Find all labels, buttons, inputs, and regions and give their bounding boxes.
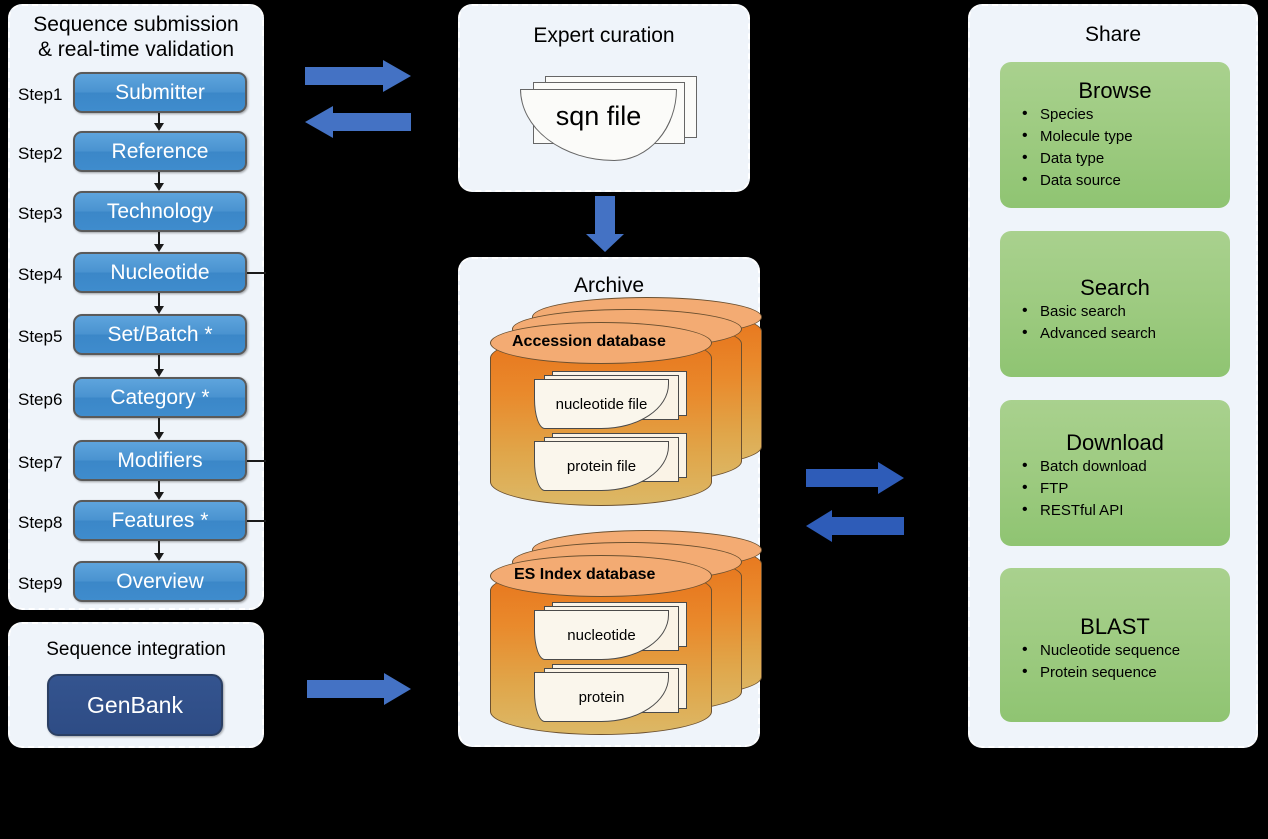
connector-nucleotide	[247, 272, 266, 274]
accession-database-label: Accession database	[512, 333, 666, 350]
list-item: Data source	[1022, 169, 1230, 192]
flow-arrow-8-9	[154, 541, 164, 561]
arrow-curation-to-archive	[586, 196, 624, 252]
flow-arrow-2-3	[154, 172, 164, 191]
step-label-2: Step2	[18, 144, 63, 163]
arrow-curation-to-submission	[305, 106, 411, 138]
browse-list: Species Molecule type Data type Data sou…	[1000, 103, 1230, 192]
download-title: Download	[1066, 430, 1164, 455]
curation-panel: Expert curation sqn file	[458, 4, 750, 192]
step-label-7: Step7	[18, 453, 63, 472]
flow-arrow-7-8	[154, 481, 164, 500]
step-label-9: Step9	[18, 574, 63, 593]
flow-arrow-3-4	[154, 232, 164, 252]
step-box-reference[interactable]: Reference	[73, 131, 247, 172]
sqn-file-sheet-front: sqn file	[520, 89, 677, 161]
list-item: Nucleotide sequence	[1022, 639, 1230, 662]
step-box-submitter[interactable]: Submitter	[73, 72, 247, 113]
step-label-5: Step5	[18, 327, 63, 346]
sqn-file-label: sqn file	[555, 101, 642, 131]
step-box-nucleotide[interactable]: Nucleotide	[73, 252, 247, 293]
connector-modifiers	[247, 460, 266, 462]
list-item: FTP	[1022, 477, 1230, 500]
share-box-download[interactable]: Download Batch download FTP RESTful API	[1000, 400, 1230, 546]
step-box-set-batch[interactable]: Set/Batch *	[73, 314, 247, 355]
list-item: Data type	[1022, 147, 1230, 170]
step-label-6: Step6	[18, 390, 63, 409]
step-box-category[interactable]: Category *	[73, 377, 247, 418]
search-title: Search	[1080, 275, 1150, 300]
share-box-blast[interactable]: BLAST Nucleotide sequence Protein sequen…	[1000, 568, 1230, 722]
accession-database-cylinder: Accession database nucleotide file prote…	[476, 297, 762, 509]
arrow-genbank-to-archive	[307, 673, 411, 705]
es-index-database-cylinder: ES Index database nucleotide protein	[476, 530, 762, 742]
step-box-technology[interactable]: Technology	[73, 191, 247, 232]
arrow-archive-to-share	[806, 462, 904, 494]
step-box-features[interactable]: Features *	[73, 500, 247, 541]
flow-arrow-5-6	[154, 355, 164, 377]
step-label-1: Step1	[18, 85, 63, 104]
archive-panel: Archive Accession database nucleotide fi…	[458, 257, 762, 747]
curation-panel-title: Expert curation	[533, 24, 675, 47]
list-item: Basic search	[1022, 300, 1230, 323]
share-panel: Share Browse Species Molecule type Data …	[968, 4, 1258, 748]
blast-list: Nucleotide sequence Protein sequence	[1000, 639, 1230, 684]
search-list: Basic search Advanced search	[1000, 300, 1230, 345]
arrow-submission-to-curation	[305, 60, 411, 92]
list-item: RESTful API	[1022, 499, 1230, 522]
connector-features	[247, 520, 266, 522]
integration-panel-title: Sequence integration	[46, 639, 226, 660]
list-item: Advanced search	[1022, 322, 1230, 345]
flow-arrow-4-5	[154, 293, 164, 314]
submission-panel: Sequence submission & real-time validati…	[8, 4, 266, 610]
submission-panel-title: Sequence submission & real-time validati…	[33, 13, 239, 61]
list-item: Batch download	[1022, 455, 1230, 478]
step-label-4: Step4	[18, 265, 63, 284]
browse-title: Browse	[1078, 78, 1152, 103]
list-item: Molecule type	[1022, 125, 1230, 148]
flow-arrow-6-7	[154, 418, 164, 440]
arrow-share-to-archive	[806, 510, 904, 542]
genbank-button[interactable]: GenBank	[47, 674, 223, 736]
download-list: Batch download FTP RESTful API	[1000, 455, 1230, 522]
step-label-8: Step8	[18, 513, 63, 532]
blast-title: BLAST	[1080, 614, 1150, 639]
step-box-modifiers[interactable]: Modifiers	[73, 440, 247, 481]
share-box-browse[interactable]: Browse Species Molecule type Data type D…	[1000, 62, 1230, 208]
flow-arrow-1-2	[154, 113, 164, 131]
list-item: Protein sequence	[1022, 661, 1230, 684]
step-label-3: Step3	[18, 204, 63, 223]
es-index-database-label: ES Index database	[514, 566, 656, 583]
step-box-overview[interactable]: Overview	[73, 561, 247, 602]
share-box-search[interactable]: Search Basic search Advanced search	[1000, 231, 1230, 377]
share-panel-title: Share	[1084, 23, 1142, 46]
archive-panel-title: Archive	[573, 274, 645, 297]
list-item: Species	[1022, 103, 1230, 126]
